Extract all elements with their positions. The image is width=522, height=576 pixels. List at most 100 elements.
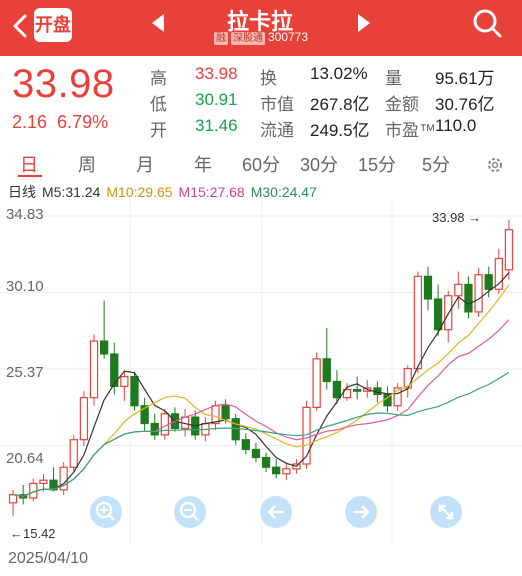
candle-body (322, 358, 331, 383)
ma10-value: M10:29.65 (106, 184, 173, 200)
stat-label: 开 (150, 121, 167, 140)
next-stock-icon[interactable] (354, 12, 374, 34)
stat-label: 金额 (385, 95, 419, 114)
ma-legend: 日线 M5:31.24 M10:29.65 M15:27.68 M30:24.47 (8, 182, 323, 202)
y-tick-label: 20.64 (6, 450, 44, 467)
arrow-left-icon: ← (10, 526, 23, 541)
chart-start-date: 2025/04/10 (8, 550, 89, 567)
stat-label: 低 (150, 95, 167, 114)
candle-body (79, 397, 89, 441)
latest-price-label: 33.98 (432, 210, 465, 225)
back-icon[interactable] (10, 12, 30, 40)
top-header: 开盘 拉卡拉 融深股通 300773 (0, 0, 522, 56)
stat-label: 高 (150, 69, 167, 88)
arrow-right-icon: → (468, 210, 482, 225)
zoom-out-icon (179, 501, 199, 521)
candle-body (39, 479, 48, 485)
price-change: 2.16 6.79% (12, 112, 118, 133)
candle-body (89, 340, 99, 399)
pan-right-button[interactable] (345, 496, 377, 528)
pan-left-button[interactable] (260, 496, 292, 528)
market-tag: 深股通 (230, 32, 265, 45)
candle-body (69, 439, 78, 468)
search-icon[interactable] (470, 6, 504, 40)
fullscreen-button[interactable] (430, 496, 462, 528)
stat-value: 13.02% (310, 64, 368, 83)
candle-body (504, 229, 514, 271)
stat-row: 高 33.98 换 13.02% 量 95.61万 (150, 64, 510, 90)
tab-period[interactable]: 5分 (422, 151, 450, 177)
stat-value: 30.76亿 (435, 95, 495, 114)
candle-body (221, 405, 230, 420)
stat-value: 110.0 (435, 116, 477, 135)
zoom-out-button[interactable] (174, 496, 206, 528)
stock-subtitle: 融深股通 300773 (178, 30, 344, 45)
candle-body (433, 298, 443, 331)
stat-row: 开 31.46 流通 249.5亿 市盈™ 110.0 (150, 116, 510, 142)
quote-stats: 高 33.98 换 13.02% 量 95.61万低 30.91 市值 267.8亿 金额 30.7… (150, 64, 510, 142)
tab-period[interactable]: 30分 (300, 151, 338, 177)
tab-period[interactable]: 日 (20, 151, 38, 177)
gear-icon[interactable] (486, 156, 504, 174)
candle-body (251, 448, 261, 459)
arrow-right-icon (353, 505, 370, 519)
candle-body (120, 376, 129, 387)
change-amount: 2.16 (12, 112, 48, 132)
zoom-in-button[interactable] (90, 496, 122, 528)
previous-stock-icon[interactable] (148, 12, 168, 34)
candle-body (272, 466, 281, 475)
zoom-in-icon (95, 501, 115, 521)
candle-body (494, 257, 503, 290)
candlestick-chart[interactable]: 34.83 30.10 25.37 20.64 33.98 → ←15.42 (0, 200, 522, 545)
stock-code: 300773 (267, 30, 309, 44)
candle-body (99, 340, 109, 355)
period-low-marker: ←15.42 (10, 526, 56, 541)
stat-label: 换 (260, 69, 277, 88)
open-account-badge[interactable]: 开盘 (34, 8, 72, 42)
stat-value: 33.98 (195, 64, 238, 83)
current-price: 33.98 (12, 62, 115, 106)
candle-body (261, 456, 271, 468)
stat-label: 流通 (260, 121, 294, 140)
chart-type-label: 日线 (8, 184, 36, 200)
candle-body (312, 358, 321, 408)
y-tick-label: 25.37 (6, 364, 44, 381)
tab-period[interactable]: 15分 (358, 151, 396, 177)
candle-body (130, 376, 139, 407)
tab-period[interactable]: 周 (78, 151, 96, 177)
tab-period[interactable]: 月 (136, 151, 154, 177)
expand-icon (438, 504, 454, 520)
latest-price-marker: 33.98 → (432, 210, 481, 225)
ma30-value: M30:24.47 (250, 184, 317, 200)
candle-body (241, 439, 250, 451)
arrow-left-icon (267, 505, 284, 519)
period-low-label: 15.42 (23, 526, 56, 541)
change-percent: 6.79% (57, 112, 109, 132)
candle-body (454, 283, 463, 297)
stat-value: 249.5亿 (310, 121, 370, 140)
stat-value: 31.46 (195, 116, 238, 135)
candle-body (282, 468, 291, 475)
candle-body (413, 275, 423, 370)
candle-body (474, 274, 483, 313)
candle-body (484, 274, 493, 290)
y-tick-label: 30.10 (6, 278, 44, 295)
candle-body (150, 422, 159, 436)
candle-body (464, 283, 473, 313)
margin-tag: 融 (213, 32, 228, 45)
ma5-value: M5:31.24 (42, 184, 101, 200)
period-tabs: 日 周 月 年 60分 30分 15分 5分 (0, 148, 522, 178)
candle-body (403, 367, 412, 389)
chart-canvas[interactable] (0, 200, 522, 545)
stat-label: 市值 (260, 95, 294, 114)
y-tick-label: 34.83 (6, 206, 44, 223)
stat-row: 低 30.91 市值 267.8亿 金额 30.76亿 (150, 90, 510, 116)
stat-value: 30.91 (195, 90, 238, 109)
candle-body (352, 388, 362, 392)
tab-period[interactable]: 60分 (242, 151, 280, 177)
stat-label: 量 (385, 69, 402, 88)
candle-body (8, 494, 18, 504)
tab-period[interactable]: 年 (194, 151, 212, 177)
stat-value: 267.8亿 (310, 95, 370, 114)
stock-detail-screen: 开盘 拉卡拉 融深股通 300773 33.98 2.16 6.79% 高 33.98… (0, 0, 522, 576)
